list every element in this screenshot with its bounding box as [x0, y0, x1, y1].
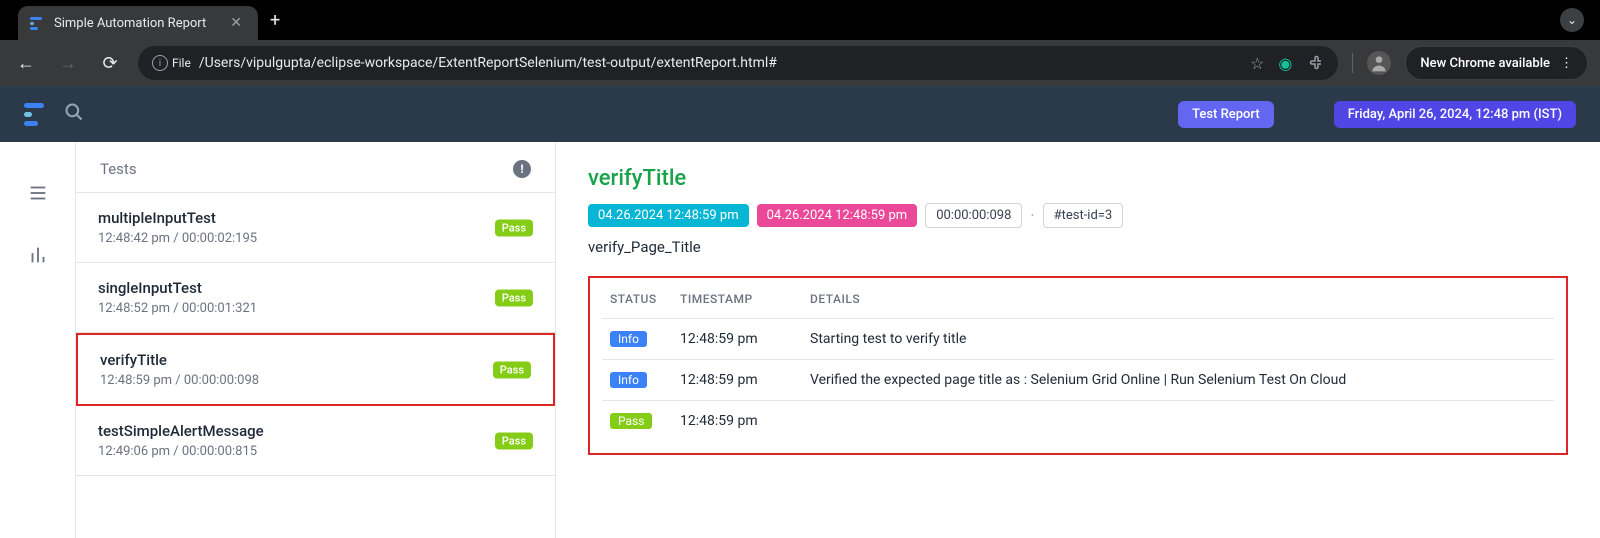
list-view-icon[interactable]: [27, 182, 49, 208]
test-item-title: verifyTitle: [100, 351, 531, 369]
bookmark-icon[interactable]: ☆: [1250, 54, 1264, 73]
address-bar-icons: ☆ ◉: [1250, 52, 1324, 74]
end-time-chip: 04.26.2024 12:48:59 pm: [757, 204, 918, 227]
tab-strip-right: ⌄: [280, 8, 1592, 32]
detail-chips: 04.26.2024 12:48:59 pm 04.26.2024 12:48:…: [588, 203, 1568, 228]
app-logo-icon[interactable]: [24, 99, 44, 129]
tab-title: Simple Automation Report: [54, 16, 218, 31]
test-item-title: testSimpleAlertMessage: [98, 422, 533, 440]
browser-tab[interactable]: Simple Automation Report ✕: [18, 6, 258, 40]
log-details: Verified the expected page title as : Se…: [802, 360, 1554, 401]
log-box: STATUS TIMESTAMP DETAILS Info 12:48:59 p…: [588, 276, 1568, 455]
new-chrome-label: New Chrome available: [1420, 56, 1550, 71]
test-item-title: multipleInputTest: [98, 209, 533, 227]
search-icon[interactable]: [64, 102, 84, 127]
chip-separator: ·: [1030, 206, 1034, 225]
test-item-verifyTitle[interactable]: verifyTitle 12:48:59 pm / 00:00:00:098 P…: [76, 333, 555, 406]
browser-tab-strip: Simple Automation Report ✕ + ⌄: [0, 0, 1600, 40]
th-timestamp: TIMESTAMP: [672, 278, 802, 319]
new-chrome-button[interactable]: New Chrome available ⋮: [1405, 46, 1588, 80]
detail-panel: verifyTitle 04.26.2024 12:48:59 pm 04.26…: [556, 142, 1600, 538]
log-details: [802, 401, 1554, 442]
log-status-badge: Pass: [610, 413, 652, 429]
test-item-meta: 12:48:52 pm / 00:00:01:321: [98, 301, 533, 316]
chart-view-icon[interactable]: [27, 244, 49, 270]
test-item-singleInputTest[interactable]: singleInputTest 12:48:52 pm / 00:00:01:3…: [76, 263, 555, 333]
forward-button[interactable]: →: [54, 49, 82, 77]
test-id-chip: #test-id=3: [1043, 203, 1124, 228]
log-timestamp: 12:48:59 pm: [672, 360, 802, 401]
log-row: Info 12:48:59 pm Verified the expected p…: [602, 360, 1554, 401]
tests-heading: Tests: [100, 160, 137, 178]
detail-subtitle: verify_Page_Title: [588, 238, 1568, 256]
url-text: /Users/vipulgupta/eclipse-workspace/Exte…: [199, 55, 777, 71]
tab-overflow-button[interactable]: ⌄: [1560, 8, 1584, 32]
toolbar-divider: [1352, 53, 1353, 73]
th-status: STATUS: [602, 278, 672, 319]
app-header: Test Report Friday, April 26, 2024, 12:4…: [0, 86, 1600, 142]
log-details: Starting test to verify title: [802, 319, 1554, 360]
new-tab-button[interactable]: +: [270, 10, 280, 31]
log-timestamp: 12:48:59 pm: [672, 319, 802, 360]
test-item-meta: 12:49:06 pm / 00:00:00:815: [98, 444, 533, 459]
timestamp-chip: Friday, April 26, 2024, 12:48 pm (IST): [1334, 101, 1576, 128]
detail-title: verifyTitle: [588, 166, 1568, 191]
status-badge: Pass: [495, 289, 533, 306]
browser-toolbar: ← → ⟳ i File /Users/vipulgupta/eclipse-w…: [0, 40, 1600, 86]
test-item-testSimpleAlertMessage[interactable]: testSimpleAlertMessage 12:49:06 pm / 00:…: [76, 406, 555, 476]
site-info-chip[interactable]: i File: [152, 55, 191, 71]
address-bar[interactable]: i File /Users/vipulgupta/eclipse-workspa…: [138, 46, 1338, 80]
log-status-badge: Info: [610, 331, 647, 347]
tests-panel-header: Tests !: [76, 142, 555, 193]
grammarly-icon[interactable]: ◉: [1278, 54, 1292, 73]
extensions-icon[interactable]: [1306, 52, 1324, 74]
log-row: Info 12:48:59 pm Starting test to verify…: [602, 319, 1554, 360]
tests-panel: Tests ! multipleInputTest 12:48:42 pm / …: [76, 142, 556, 538]
info-icon: i: [152, 55, 168, 71]
log-row: Pass 12:48:59 pm: [602, 401, 1554, 442]
profile-avatar[interactable]: [1367, 51, 1391, 75]
status-badge: Pass: [493, 361, 531, 378]
file-label: File: [172, 56, 191, 70]
test-item-meta: 12:48:59 pm / 00:00:00:098: [100, 373, 531, 388]
log-timestamp: 12:48:59 pm: [672, 401, 802, 442]
status-badge: Pass: [495, 432, 533, 449]
close-tab-icon[interactable]: ✕: [226, 15, 246, 31]
nav-rail: [0, 142, 76, 538]
duration-chip: 00:00:00:098: [925, 203, 1022, 228]
test-report-button[interactable]: Test Report: [1178, 101, 1274, 128]
main-content: Tests ! multipleInputTest 12:48:42 pm / …: [0, 142, 1600, 538]
test-item-title: singleInputTest: [98, 279, 533, 297]
warning-icon[interactable]: !: [513, 160, 531, 178]
test-item-meta: 12:48:42 pm / 00:00:02:195: [98, 231, 533, 246]
status-badge: Pass: [495, 219, 533, 236]
log-status-badge: Info: [610, 372, 647, 388]
back-button[interactable]: ←: [12, 49, 40, 77]
tab-favicon-icon: [30, 15, 46, 31]
test-item-multipleInputTest[interactable]: multipleInputTest 12:48:42 pm / 00:00:02…: [76, 193, 555, 263]
reload-button[interactable]: ⟳: [96, 49, 124, 77]
more-icon: ⋮: [1560, 56, 1573, 71]
start-time-chip: 04.26.2024 12:48:59 pm: [588, 204, 749, 227]
th-details: DETAILS: [802, 278, 1554, 319]
log-table: STATUS TIMESTAMP DETAILS Info 12:48:59 p…: [602, 278, 1554, 441]
